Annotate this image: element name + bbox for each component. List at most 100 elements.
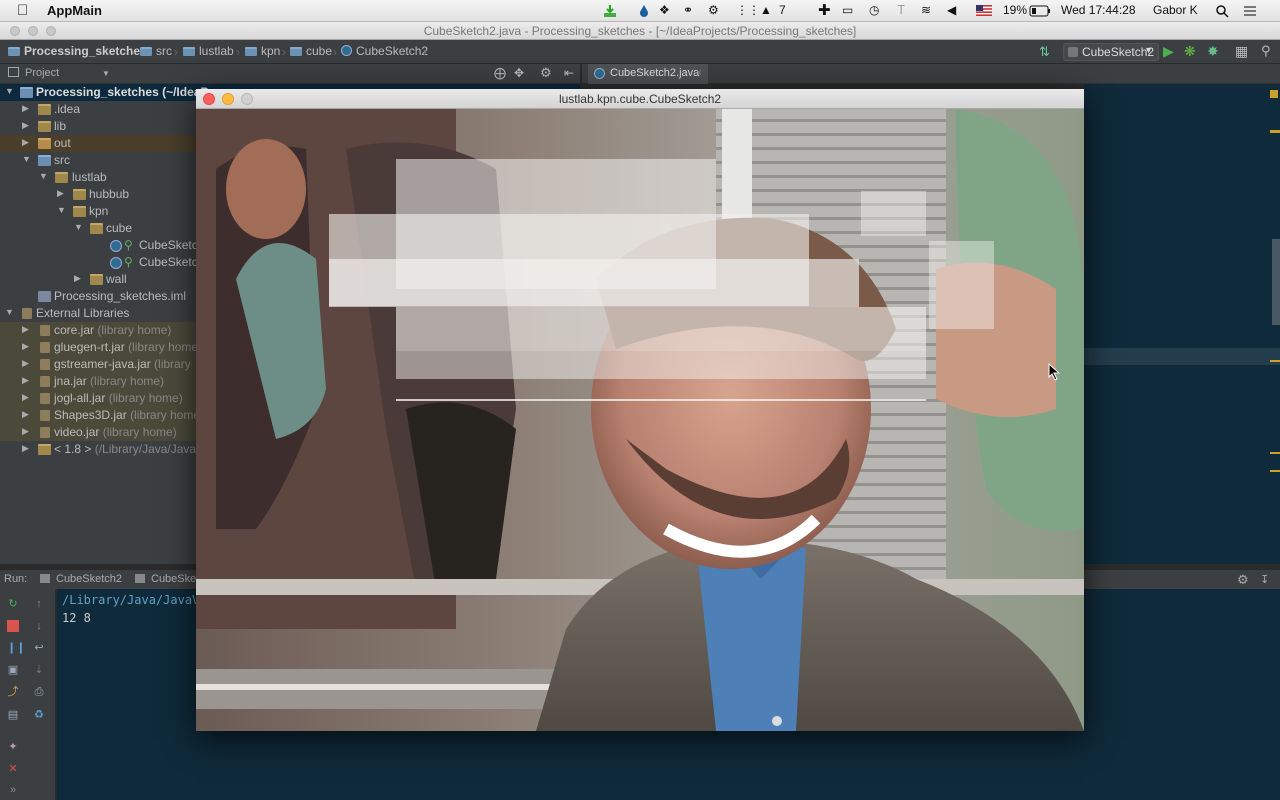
more-icon[interactable]: » [7, 784, 19, 796]
breadcrumb-class[interactable]: CubeSketch2 [341, 44, 428, 58]
video-canvas[interactable] [196, 109, 1084, 731]
time-machine-icon[interactable]: ◷ [869, 3, 879, 17]
download-tray-icon[interactable] [603, 4, 617, 18]
project-structure-icon[interactable]: ▦ [1235, 43, 1248, 60]
error-stripe-marker[interactable] [1270, 90, 1278, 98]
collapsed-arrow-icon[interactable]: ▶ [74, 273, 81, 284]
sketch-title-bar: lustlab.kpn.cube.CubeSketch2 [196, 89, 1084, 109]
breadcrumb-lustlab[interactable]: lustlab [183, 44, 234, 58]
spotlight-search-icon[interactable] [1215, 4, 1229, 18]
notification-tray-icon[interactable]: ▲ [760, 3, 772, 17]
collapsed-arrow-icon[interactable]: ▶ [22, 137, 29, 148]
coverage-icon[interactable]: ✸ [1207, 43, 1219, 60]
apple-menu-icon[interactable]:  [17, 2, 28, 19]
collapsed-arrow-icon[interactable]: ▶ [22, 324, 29, 335]
close-icon[interactable]: ✕ [7, 763, 19, 775]
project-view-select[interactable]: Project ▼ [8, 67, 110, 79]
collapsed-arrow-icon[interactable]: ▶ [22, 409, 29, 420]
search-everywhere-icon[interactable]: ⚲ [1261, 43, 1271, 59]
print-icon[interactable]: ⎙ [33, 686, 45, 698]
sketch-window[interactable]: lustlab.kpn.cube.CubeSketch2 [196, 89, 1084, 731]
collapsed-arrow-icon[interactable]: ▶ [22, 375, 29, 386]
volume-icon[interactable]: ◀ [947, 3, 956, 17]
pin-icon[interactable]: ✦ [7, 741, 19, 753]
zoom-button[interactable] [241, 93, 253, 105]
debug-icon[interactable]: ❋ [1184, 43, 1196, 60]
clock[interactable]: Wed 17:44:28 [1061, 3, 1136, 17]
breadcrumb-cube[interactable]: cube [290, 44, 332, 58]
collapse-all-icon[interactable]: ✥ [514, 66, 524, 80]
collapsed-arrow-icon[interactable]: ▶ [57, 188, 64, 199]
warning-marker[interactable] [1270, 130, 1280, 133]
pause-icon[interactable]: ❙❙ [7, 642, 25, 654]
scrollbar-thumb[interactable] [1272, 239, 1280, 325]
chevron-right-icon: › [282, 45, 286, 59]
collapsed-arrow-icon[interactable]: ▶ [22, 426, 29, 437]
plus-tray-icon[interactable]: ✚ [818, 1, 831, 19]
user-name[interactable]: Gabor K [1153, 3, 1198, 17]
run-config-select[interactable]: CubeSketch2 ▼ [1063, 43, 1159, 61]
drop-tray-icon[interactable] [637, 4, 651, 18]
hide-panel-icon[interactable]: ↧ [1260, 573, 1269, 586]
stop-icon[interactable] [7, 620, 19, 632]
folder-icon [73, 206, 86, 217]
battery-icon[interactable] [1029, 5, 1051, 17]
collapsed-arrow-icon[interactable]: ▶ [22, 103, 29, 114]
expanded-arrow-icon[interactable]: ▼ [57, 205, 66, 215]
trash-icon[interactable]: ♻ [33, 709, 45, 721]
expanded-arrow-icon[interactable]: ▼ [5, 307, 14, 317]
code-editor[interactable] [1084, 84, 1280, 564]
build-icon[interactable]: ⇅ [1039, 44, 1050, 60]
run-icon[interactable]: ▶ [1163, 43, 1174, 60]
rerun-icon[interactable]: ↻ [7, 598, 19, 610]
jar-icon [40, 410, 50, 421]
expanded-arrow-icon[interactable]: ▼ [22, 154, 31, 164]
minimize-button[interactable] [222, 93, 234, 105]
bluetooth-icon[interactable]: Ꭲ [898, 3, 905, 18]
soft-wrap-icon[interactable]: ↩ [33, 642, 45, 654]
folder-icon [183, 47, 195, 56]
scroll-to-end-icon[interactable]: ⇣ [33, 664, 45, 676]
wifi-icon[interactable]: ≋ [921, 3, 931, 17]
down-arrow-icon[interactable]: ↓ [33, 620, 45, 632]
exit-icon[interactable]: ⤴ [7, 686, 19, 698]
chevron-right-icon: › [333, 45, 337, 59]
grid-tray-icon[interactable]: ⋮⋮ [736, 3, 760, 17]
breadcrumb-src[interactable]: src [140, 44, 172, 58]
hide-panel-icon[interactable]: ⇤ [564, 66, 574, 80]
expanded-arrow-icon[interactable]: ▼ [5, 86, 14, 96]
iml-file-icon [38, 291, 51, 302]
collapsed-arrow-icon[interactable]: ▶ [22, 358, 29, 369]
expanded-arrow-icon[interactable]: ▼ [74, 222, 83, 232]
sync-tray-icon[interactable]: ❖ [659, 3, 670, 17]
folder-icon [55, 172, 68, 183]
collapsed-arrow-icon[interactable]: ▶ [22, 443, 29, 454]
tab-cubesketch2[interactable]: CubeSketch2.java × [588, 64, 708, 84]
notification-center-icon[interactable] [1243, 4, 1257, 18]
run-tab-1[interactable]: CubeSketch2 [40, 573, 122, 585]
breadcrumb-kpn[interactable]: kpn [245, 44, 280, 58]
scroll-from-source-icon[interactable]: ⨁ [494, 66, 506, 80]
gear-icon[interactable]: ⚙ [540, 65, 552, 81]
dump-threads-icon[interactable]: ▣ [7, 664, 19, 676]
collapsed-arrow-icon[interactable]: ▶ [22, 341, 29, 352]
expanded-arrow-icon[interactable]: ▼ [39, 171, 48, 181]
jar-icon [40, 427, 50, 438]
airplay-tray-icon[interactable]: ▭ [842, 3, 853, 17]
collapsed-arrow-icon[interactable]: ▶ [22, 120, 29, 131]
app-menu[interactable]: AppMain [47, 3, 102, 18]
collapsed-arrow-icon[interactable]: ▶ [22, 392, 29, 403]
close-tab-icon[interactable]: × [696, 67, 702, 79]
warning-marker[interactable] [1270, 452, 1280, 454]
close-button[interactable] [203, 93, 215, 105]
up-arrow-icon[interactable]: ↑ [33, 598, 45, 610]
layout-icon[interactable]: ▤ [7, 709, 19, 721]
warning-marker[interactable] [1270, 470, 1280, 472]
us-flag-icon[interactable] [976, 5, 992, 16]
gear-icon[interactable]: ⚙ [1237, 572, 1249, 588]
warning-marker[interactable] [1270, 360, 1280, 362]
run-tab-2[interactable]: CubeSket [135, 573, 199, 585]
breadcrumb-project[interactable]: Processing_sketches [8, 44, 147, 58]
robot-tray-icon[interactable]: ⚙ [708, 3, 719, 17]
glasses-tray-icon[interactable]: ⚭ [683, 3, 693, 17]
